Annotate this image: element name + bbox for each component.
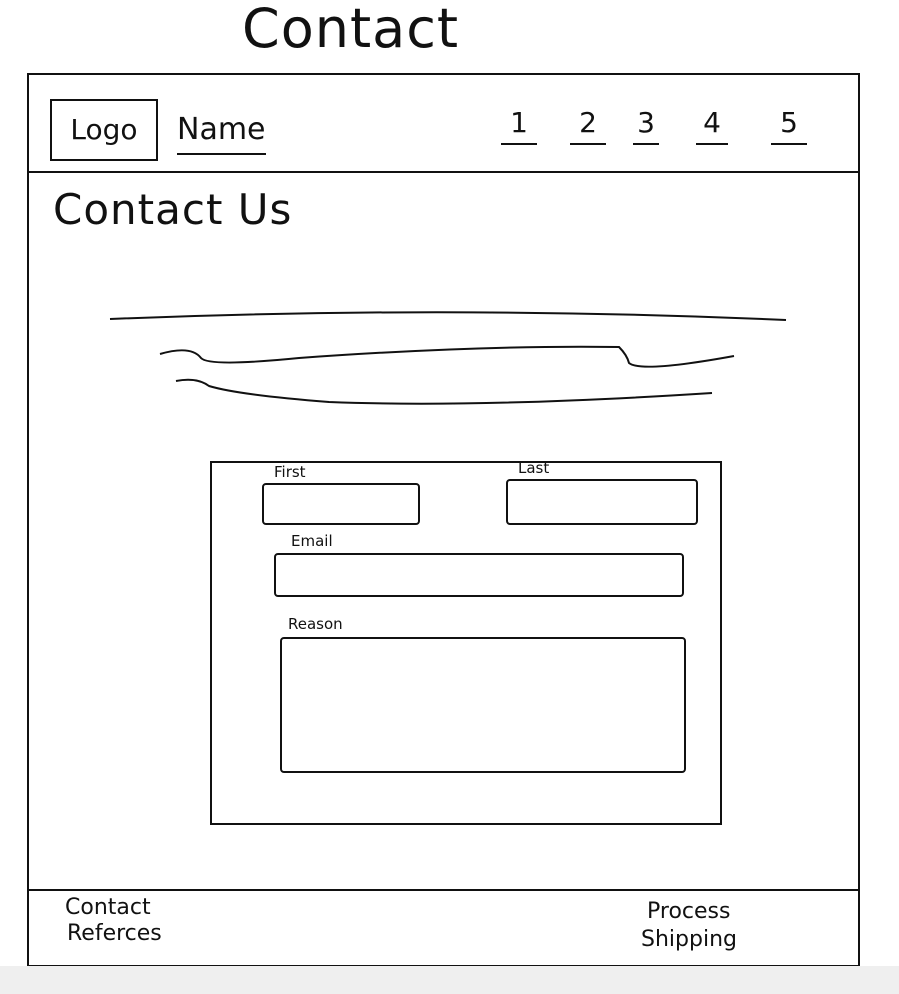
first-name-label: First (274, 463, 306, 481)
last-name-label: Last (518, 459, 550, 477)
site-name[interactable]: Name (177, 115, 266, 155)
site-footer: Contact Referces Process Shipping (29, 889, 858, 967)
nav-link-1[interactable]: 1 (501, 109, 537, 145)
email-input[interactable] (274, 553, 684, 597)
nav-link-4[interactable]: 4 (696, 109, 728, 145)
text-line-2 (159, 345, 735, 368)
first-name-input[interactable] (262, 483, 420, 525)
footer-link-process[interactable]: Process (647, 899, 730, 925)
footer-link-references[interactable]: Referces (67, 921, 162, 947)
footer-link-contact[interactable]: Contact (65, 895, 151, 921)
reason-label: Reason (288, 615, 343, 633)
contact-heading: Contact Us (53, 185, 293, 234)
footer-link-shipping[interactable]: Shipping (641, 927, 737, 953)
text-line-1 (109, 311, 787, 321)
nav-link-2[interactable]: 2 (570, 109, 606, 145)
last-name-input[interactable] (506, 479, 698, 525)
reason-textarea[interactable] (280, 637, 686, 773)
page-title: Contact (242, 0, 460, 60)
text-line-3 (175, 378, 713, 405)
email-label: Email (291, 532, 333, 550)
site-header: Logo Name 1 2 3 4 5 (29, 75, 858, 173)
website-wireframe: Logo Name 1 2 3 4 5 Contact Us First Las… (27, 73, 860, 967)
nav-link-3[interactable]: 3 (633, 109, 659, 145)
nav-link-5[interactable]: 5 (771, 109, 807, 145)
contact-form: First Last Email Reason (210, 461, 722, 825)
logo[interactable]: Logo (50, 99, 158, 161)
bottom-strip (0, 966, 899, 994)
